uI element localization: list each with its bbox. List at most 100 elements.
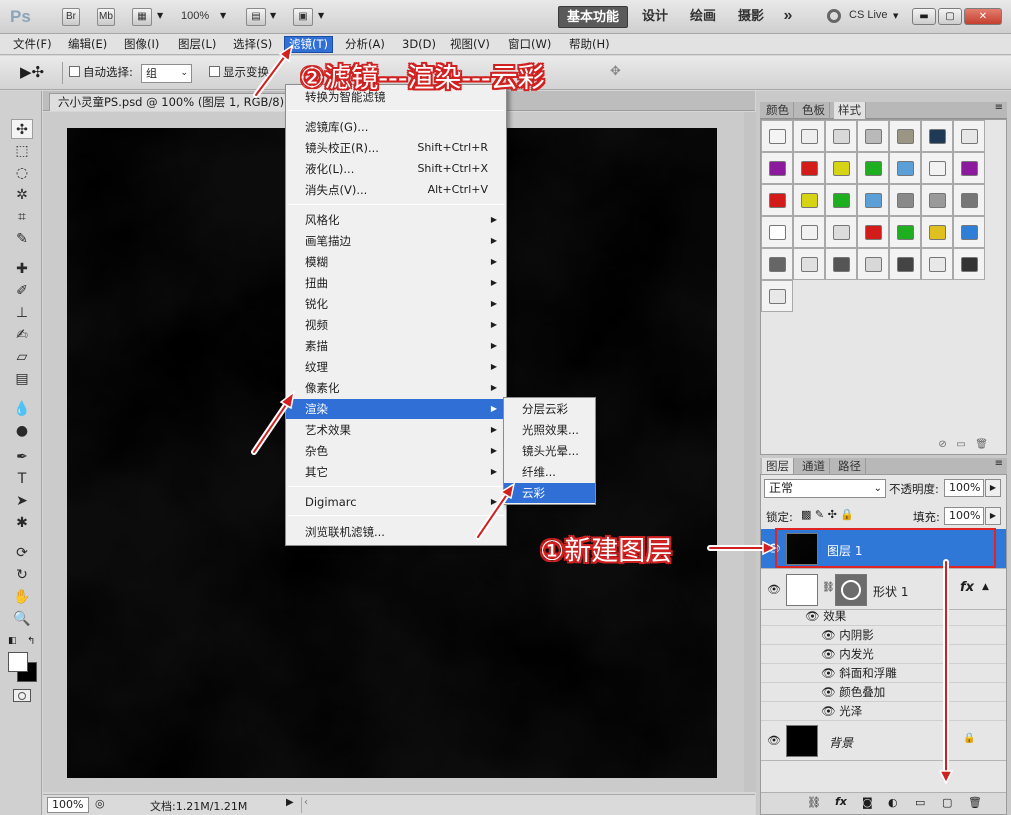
maximize-button[interactable]: ▢ (938, 8, 962, 25)
brush-tool-icon[interactable]: ✐ (11, 281, 33, 301)
add-mask-icon[interactable]: ◙ (862, 796, 873, 809)
style-preset[interactable] (953, 120, 985, 152)
zoom-level[interactable]: 100% (181, 10, 209, 22)
add-style-icon[interactable]: fx (835, 795, 847, 808)
minibridge-button[interactable]: Mb (97, 8, 115, 26)
chevron-down-icon[interactable]: ▼ (270, 11, 276, 20)
style-preset[interactable] (761, 280, 793, 312)
auto-select-checkbox[interactable] (69, 66, 80, 77)
menu-item-browse-online[interactable]: 浏览联机滤镜... (286, 522, 506, 542)
eye-icon[interactable]: 👁 (767, 734, 781, 747)
menu-select[interactable]: 选择(S) (229, 36, 276, 53)
workspace-essentials[interactable]: 基本功能 (558, 6, 628, 28)
hand-tool-icon[interactable]: ✋ (11, 587, 33, 607)
menu-edit[interactable]: 编辑(E) (64, 36, 111, 53)
status-menu-icon[interactable]: ◎ (95, 797, 105, 810)
foreground-color-swatch[interactable] (8, 652, 28, 672)
eye-icon[interactable]: 👁 (805, 609, 820, 623)
marquee-tool-icon[interactable]: ⬚ (11, 141, 33, 161)
fill-arrow-icon[interactable]: ▶ (985, 507, 1001, 525)
bridge-button[interactable]: Br (62, 8, 80, 26)
type-tool-icon[interactable]: T (11, 469, 33, 489)
fill-field[interactable]: 100% (944, 507, 984, 525)
style-preset[interactable] (889, 216, 921, 248)
style-preset[interactable] (857, 216, 889, 248)
submenu-item-lens-flare[interactable]: 镜头光晕... (504, 441, 595, 461)
blend-mode-dropdown[interactable]: 正常 ⌄ (764, 479, 886, 498)
style-preset[interactable] (793, 152, 825, 184)
3d-rotate-tool-icon[interactable]: ⟳ (11, 543, 33, 563)
eyedropper-tool-icon[interactable]: ✎ (11, 229, 33, 249)
menu-analysis[interactable]: 分析(A) (341, 36, 389, 53)
style-preset[interactable] (793, 120, 825, 152)
menu-help[interactable]: 帮助(H) (565, 36, 614, 53)
eye-icon[interactable]: 👁 (821, 704, 836, 718)
menu-window[interactable]: 窗口(W) (504, 36, 555, 53)
menu-item-stylize[interactable]: 风格化 ▶ (286, 210, 506, 230)
lock-icons[interactable]: ▩ ✎ ✣ 🔒 (801, 508, 854, 521)
workspace-photography[interactable]: 摄影 (734, 6, 768, 28)
blur-tool-icon[interactable]: 💧 (11, 399, 33, 419)
style-preset[interactable] (825, 120, 857, 152)
menu-item-sharpen[interactable]: 锐化 ▶ (286, 294, 506, 314)
style-preset[interactable] (921, 184, 953, 216)
panel-menu-icon[interactable]: ≡ (995, 458, 1003, 469)
pen-tool-icon[interactable]: ✒ (11, 447, 33, 467)
tab-swatches[interactable]: 色板 (798, 102, 830, 119)
submenu-item-lighting-effects[interactable]: 光照效果... (504, 420, 595, 440)
style-preset[interactable] (793, 216, 825, 248)
chevron-down-icon[interactable]: ▼ (318, 11, 324, 20)
layer-row-shape1[interactable]: 👁 ⛓ 形状 1 fx ▲ (761, 570, 1006, 610)
style-preset[interactable] (953, 248, 985, 280)
panel-menu-icon[interactable]: ≡ (995, 102, 1003, 113)
style-preset[interactable] (921, 120, 953, 152)
style-preset[interactable] (761, 216, 793, 248)
style-preset[interactable] (761, 184, 793, 216)
style-preset[interactable] (793, 184, 825, 216)
3d-mode-icon[interactable]: ✥ (610, 64, 621, 79)
menu-view[interactable]: 视图(V) (446, 36, 494, 53)
style-preset[interactable] (761, 248, 793, 280)
zoom-tool-icon[interactable]: 🔍 (11, 609, 33, 629)
eye-icon[interactable]: 👁 (821, 666, 836, 680)
menu-3d[interactable]: 3D(D) (398, 36, 440, 53)
healing-brush-tool-icon[interactable]: ✚ (11, 259, 33, 279)
auto-select-dropdown[interactable]: 组 ⌄ (141, 64, 192, 83)
dodge-tool-icon[interactable]: ● (11, 421, 33, 441)
default-colors-icon[interactable]: ◧ (8, 636, 17, 646)
chevron-down-icon[interactable]: ▼ (220, 11, 226, 20)
menu-item-liquify[interactable]: 液化(L)... Shift+Ctrl+X (286, 159, 506, 179)
menu-item-noise[interactable]: 杂色 ▶ (286, 441, 506, 461)
submenu-item-fibers[interactable]: 纤维... (504, 462, 595, 482)
link-icon[interactable]: ⛓ (822, 582, 835, 593)
style-preset[interactable] (825, 152, 857, 184)
menu-item-artistic[interactable]: 艺术效果 ▶ (286, 420, 506, 440)
style-preset[interactable] (857, 152, 889, 184)
view-extras-button[interactable]: ▦ (132, 8, 152, 26)
lasso-tool-icon[interactable]: ◌ (11, 163, 33, 183)
shape-tool-icon[interactable]: ✱ (11, 513, 33, 533)
clone-stamp-tool-icon[interactable]: ⊥ (11, 303, 33, 323)
workspace-design[interactable]: 设计 (638, 6, 672, 28)
trash-icon[interactable]: 🗑 (968, 796, 982, 809)
effect-row[interactable]: 👁 内阴影 (761, 626, 1006, 645)
eye-icon[interactable]: 👁 (821, 628, 836, 642)
minimize-button[interactable]: ▬ (912, 8, 936, 25)
chevron-down-icon[interactable]: ▼ (157, 11, 163, 20)
eye-icon[interactable]: 👁 (821, 647, 836, 661)
menu-item-brush-strokes[interactable]: 画笔描边 ▶ (286, 231, 506, 251)
effect-row[interactable]: 👁 斜面和浮雕 (761, 664, 1006, 683)
style-preset[interactable] (953, 152, 985, 184)
tab-color[interactable]: 颜色 (762, 102, 794, 119)
submenu-item-clouds[interactable]: 云彩 (504, 483, 595, 503)
menu-item-distort[interactable]: 扭曲 ▶ (286, 273, 506, 293)
gradient-tool-icon[interactable]: ▤ (11, 369, 33, 389)
style-preset[interactable] (889, 248, 921, 280)
eye-icon[interactable]: 👁 (821, 685, 836, 699)
crop-tool-icon[interactable]: ⌗ (11, 207, 33, 227)
tab-layers[interactable]: 图层 (762, 458, 794, 475)
horizontal-scrollbar[interactable]: ‹ (301, 797, 751, 813)
menu-item-pixelate[interactable]: 像素化 ▶ (286, 378, 506, 398)
style-preset[interactable] (857, 248, 889, 280)
style-preset[interactable] (953, 184, 985, 216)
